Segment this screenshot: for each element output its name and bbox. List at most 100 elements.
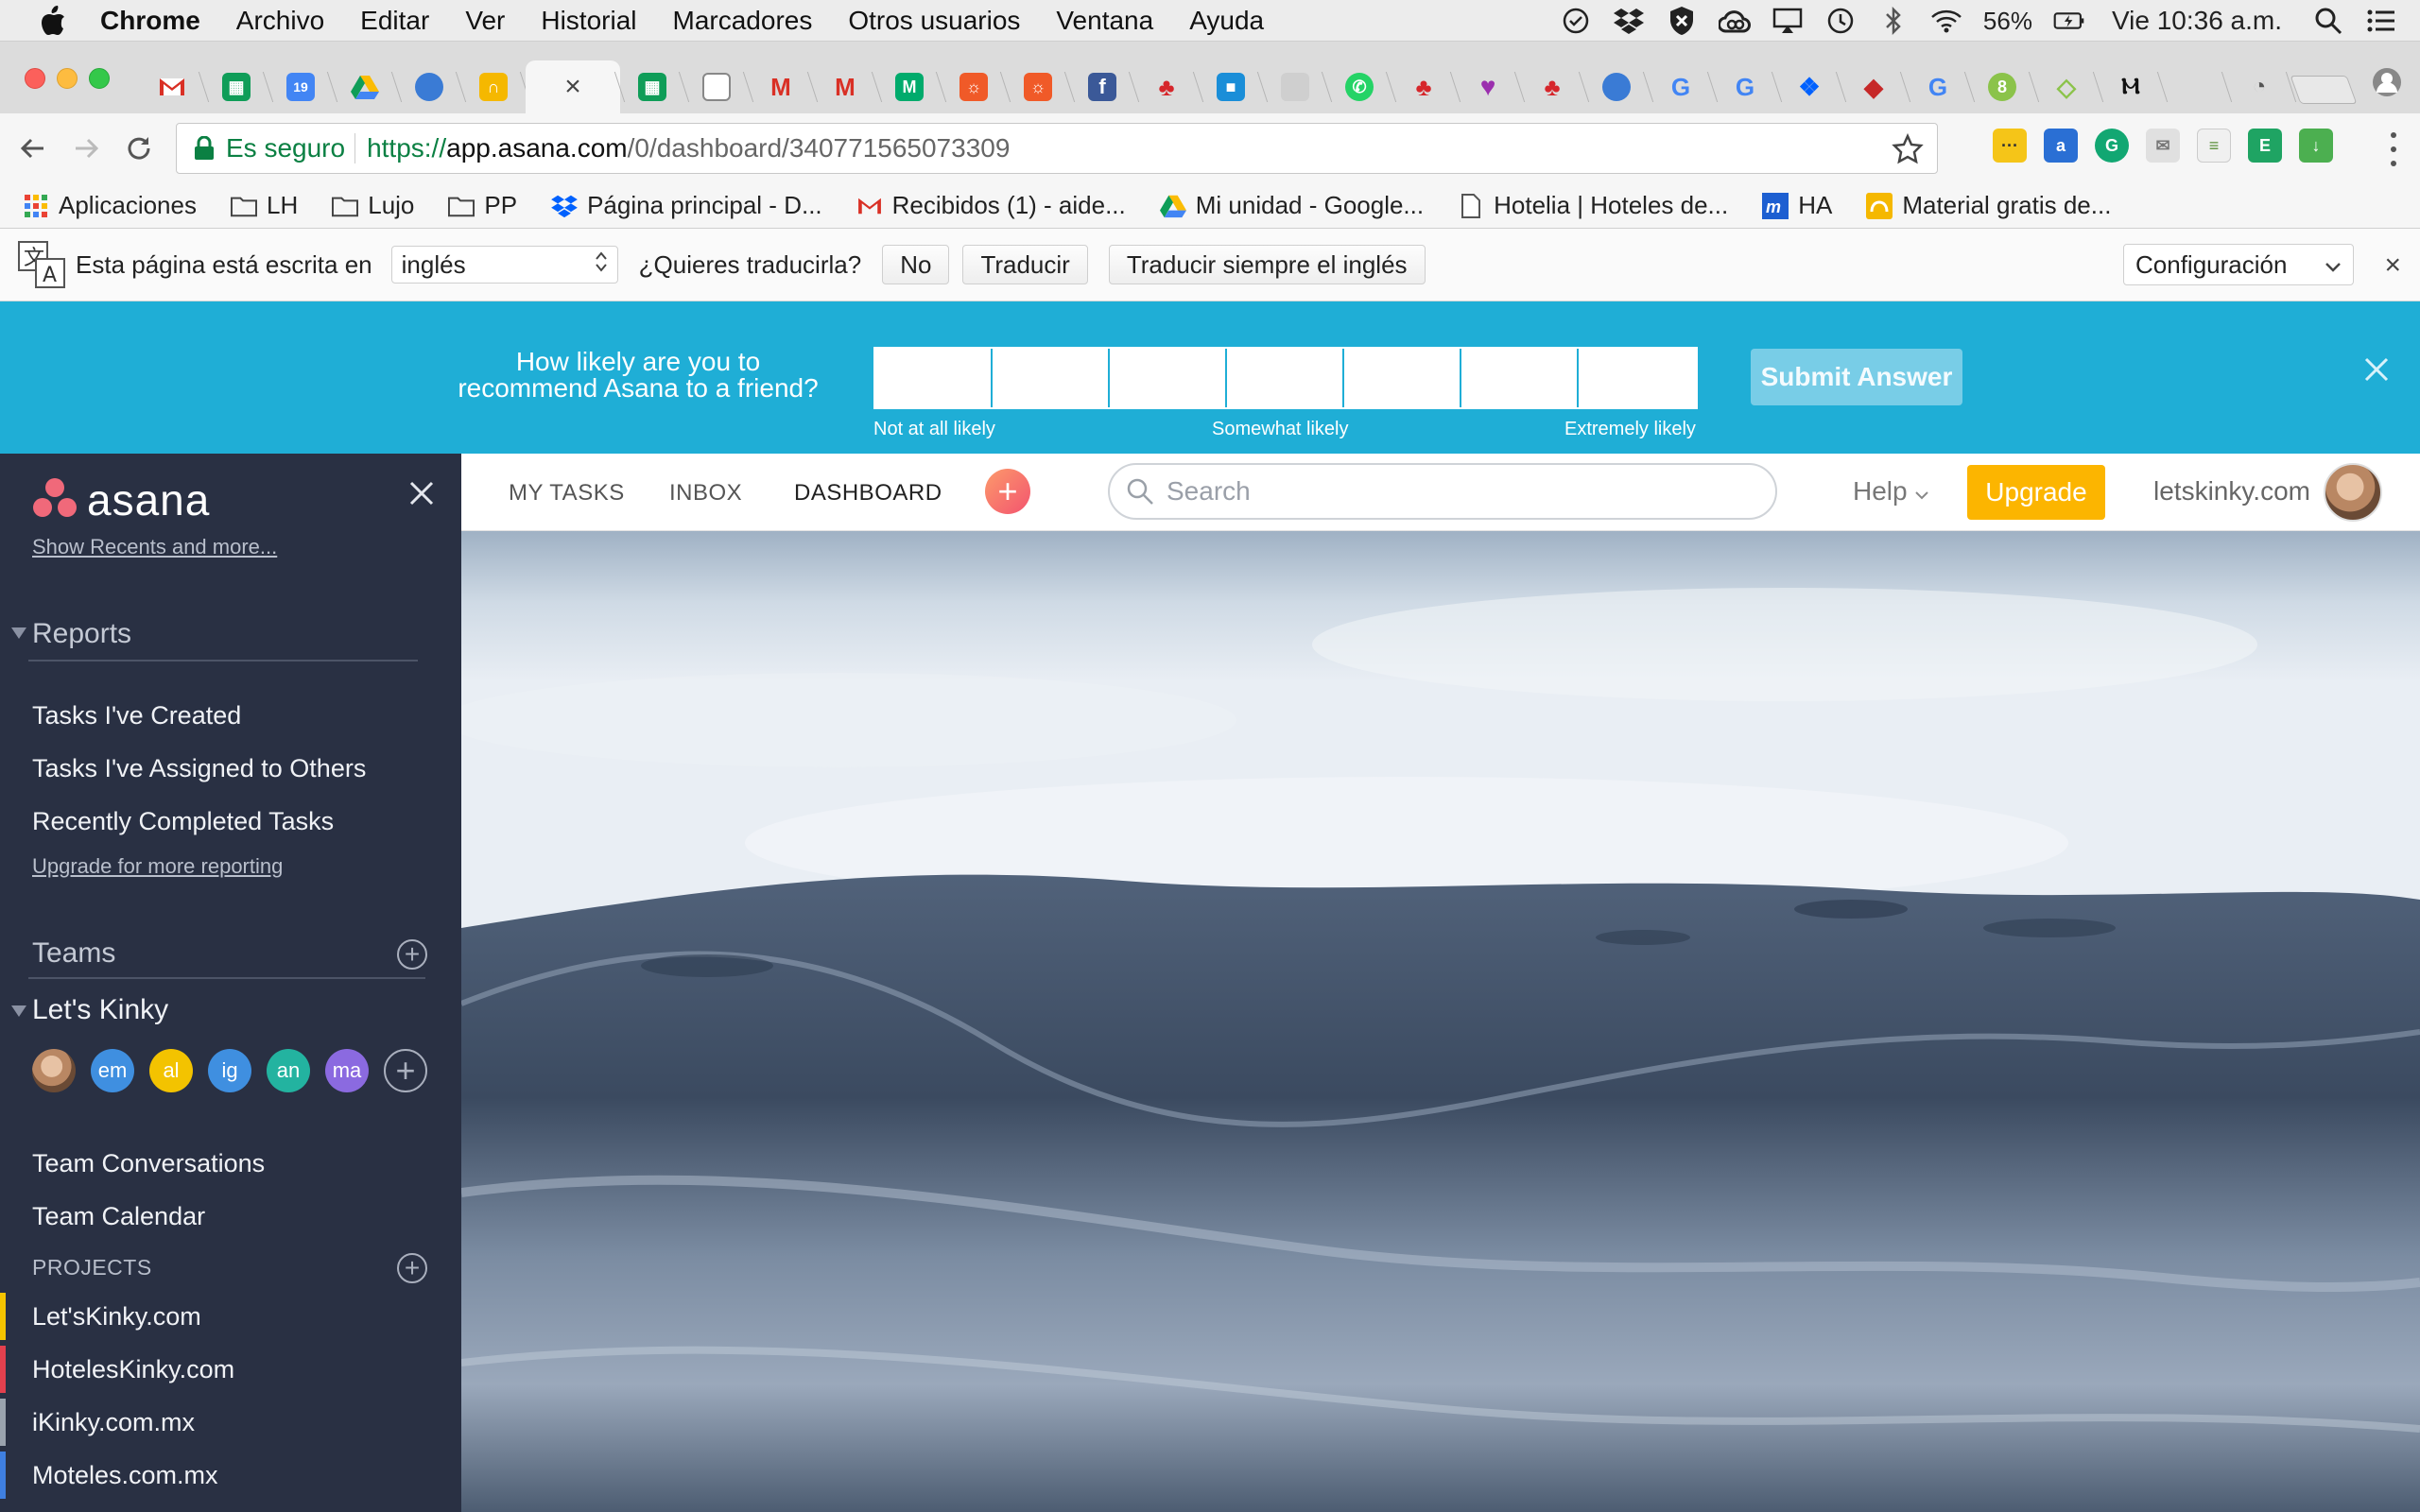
reports-heading[interactable]: Reports	[32, 618, 131, 650]
nav-dashboard[interactable]: DASHBOARD	[794, 480, 942, 507]
ext-dots-icon[interactable]: ···	[1993, 129, 2027, 163]
asana-logo[interactable]: asana	[32, 474, 210, 525]
spotlight-search-icon[interactable]	[2312, 5, 2344, 37]
ext-doc-icon[interactable]: ≡	[2197, 129, 2231, 163]
dropbox-status-icon[interactable]	[1613, 5, 1645, 37]
ext-grammarly-icon[interactable]: G	[2095, 129, 2129, 163]
tab-heart[interactable]: ♥	[1456, 60, 1520, 113]
user-avatar[interactable]	[2324, 463, 2382, 522]
forward-button[interactable]	[68, 130, 104, 166]
tab-blue-square[interactable]: ■	[1199, 60, 1263, 113]
workspace-name[interactable]: letskinky.com	[2153, 476, 2310, 507]
chrome-menu-icon[interactable]	[2388, 132, 2399, 166]
add-project-icon[interactable]: +	[397, 1253, 427, 1283]
report-tasks-assigned[interactable]: Tasks I've Assigned to Others	[32, 754, 366, 783]
tab-google[interactable]: G	[1649, 60, 1713, 113]
tab-cherry[interactable]: ♣	[1134, 60, 1199, 113]
wifi-icon[interactable]	[1930, 5, 1962, 37]
reports-collapse-icon[interactable]	[11, 627, 26, 639]
ext-a-icon[interactable]: a	[2044, 129, 2078, 163]
team-name[interactable]: Let's Kinky	[32, 994, 168, 1026]
bookmark-gmail[interactable]: Recibidos (1) - aide...	[856, 191, 1126, 220]
menu-archivo[interactable]: Archivo	[236, 6, 324, 36]
tab-nu[interactable]: Ⲙ	[2099, 60, 2163, 113]
url-protocol[interactable]: https://	[367, 133, 446, 163]
tab-drive[interactable]	[333, 60, 397, 113]
rating-option[interactable]	[1344, 349, 1461, 407]
bookmark-drive[interactable]: Mi unidad - Google...	[1159, 191, 1424, 220]
ext-evernote-icon[interactable]: E	[2248, 129, 2282, 163]
team-conversations-link[interactable]: Team Conversations	[32, 1149, 265, 1178]
bookmark-ha[interactable]: m HA	[1762, 191, 1832, 220]
show-recents-link[interactable]: Show Recents and more...	[32, 535, 277, 559]
back-button[interactable]	[15, 130, 51, 166]
tab-whatsapp[interactable]: ✆	[1327, 60, 1392, 113]
battery-charging-icon[interactable]	[2053, 5, 2085, 37]
bookmark-folder-pp[interactable]: PP	[448, 191, 517, 220]
bookmark-folder-lh[interactable]: LH	[230, 191, 298, 220]
profile-icon[interactable]	[2371, 66, 2403, 98]
rating-option[interactable]	[1110, 349, 1227, 407]
tab-cherry-2[interactable]: ♣	[1392, 60, 1456, 113]
member-avatar-photo[interactable]	[32, 1049, 76, 1092]
tab-speed[interactable]: ◔	[2227, 60, 2291, 113]
member-avatar[interactable]: al	[149, 1049, 193, 1092]
tab-blue-app[interactable]	[397, 60, 461, 113]
tab-gmail-2[interactable]: M	[749, 60, 813, 113]
ext-envelope-icon[interactable]: ✉	[2146, 129, 2180, 163]
tab-gmail-3[interactable]: M	[813, 60, 877, 113]
airplay-icon[interactable]	[1772, 5, 1804, 37]
tab-facebook[interactable]: f	[1070, 60, 1134, 113]
menu-marcadores[interactable]: Marcadores	[673, 6, 813, 36]
bookmark-hotelia[interactable]: Hotelia | Hoteles de...	[1458, 191, 1728, 220]
omnibox[interactable]: Es seguro https:// app.asana.com /0/dash…	[176, 123, 1938, 174]
member-avatar[interactable]: ma	[325, 1049, 369, 1092]
language-select[interactable]: inglés	[390, 246, 618, 284]
sidebar-close-icon[interactable]	[408, 480, 435, 507]
tab-doc[interactable]	[684, 60, 749, 113]
secure-label[interactable]: Es seguro	[226, 133, 345, 163]
tab-google-2[interactable]: G	[1713, 60, 1777, 113]
translate-config-select[interactable]: Configuración	[2123, 244, 2354, 285]
member-avatar[interactable]: ig	[208, 1049, 251, 1092]
add-team-icon[interactable]: +	[397, 939, 427, 970]
tab-cherry-3[interactable]: ♣	[1520, 60, 1584, 113]
help-menu[interactable]: Help	[1853, 476, 1929, 507]
submit-answer-button[interactable]: Submit Answer	[1751, 349, 1962, 405]
bookmark-material[interactable]: Material gratis de...	[1866, 191, 2111, 220]
nav-inbox[interactable]: INBOX	[669, 480, 742, 507]
tab-dropbox[interactable]: ❖	[1777, 60, 1841, 113]
bookmark-dropbox[interactable]: Página principal - D...	[551, 191, 822, 220]
team-collapse-icon[interactable]	[11, 1005, 26, 1017]
translate-close-icon[interactable]: ×	[2384, 249, 2401, 282]
report-tasks-created[interactable]: Tasks I've Created	[32, 701, 241, 730]
ext-green-arrow-icon[interactable]: ↓	[2299, 129, 2333, 163]
project-item[interactable]: Let'sKinky.com	[0, 1293, 461, 1340]
menu-editar[interactable]: Editar	[360, 6, 429, 36]
bluetooth-icon[interactable]	[1877, 5, 1910, 37]
tab-green-circle[interactable]: 8	[1970, 60, 2034, 113]
upgrade-button[interactable]: Upgrade	[1967, 465, 2105, 520]
upgrade-reporting-link[interactable]: Upgrade for more reporting	[32, 854, 283, 879]
nav-my-tasks[interactable]: MY TASKS	[509, 480, 625, 507]
creative-cloud-icon[interactable]	[1718, 5, 1751, 37]
tab-close-icon[interactable]: ×	[564, 71, 581, 103]
tab-gray-chart[interactable]	[1263, 60, 1327, 113]
rating-option[interactable]	[993, 349, 1110, 407]
tab-blue-app-2[interactable]	[1584, 60, 1649, 113]
shield-x-icon[interactable]	[1666, 5, 1698, 37]
url-path[interactable]: /0/dashboard/340771565073309	[628, 133, 1011, 163]
team-calendar-link[interactable]: Team Calendar	[32, 1202, 205, 1231]
bookmark-apps[interactable]: Aplicaciones	[23, 191, 197, 220]
bookmark-star-icon[interactable]	[1892, 132, 1924, 165]
menu-otros-usuarios[interactable]: Otros usuarios	[848, 6, 1020, 36]
quick-add-button[interactable]: +	[985, 469, 1030, 514]
time-machine-icon[interactable]	[1824, 5, 1857, 37]
window-zoom-button[interactable]	[89, 68, 110, 89]
rating-option[interactable]	[875, 349, 993, 407]
menu-ventana[interactable]: Ventana	[1056, 6, 1153, 36]
translate-no-button[interactable]: No	[882, 245, 950, 284]
tab-google-3[interactable]: G	[1906, 60, 1970, 113]
window-close-button[interactable]	[25, 68, 45, 89]
report-recently-completed[interactable]: Recently Completed Tasks	[32, 807, 334, 836]
